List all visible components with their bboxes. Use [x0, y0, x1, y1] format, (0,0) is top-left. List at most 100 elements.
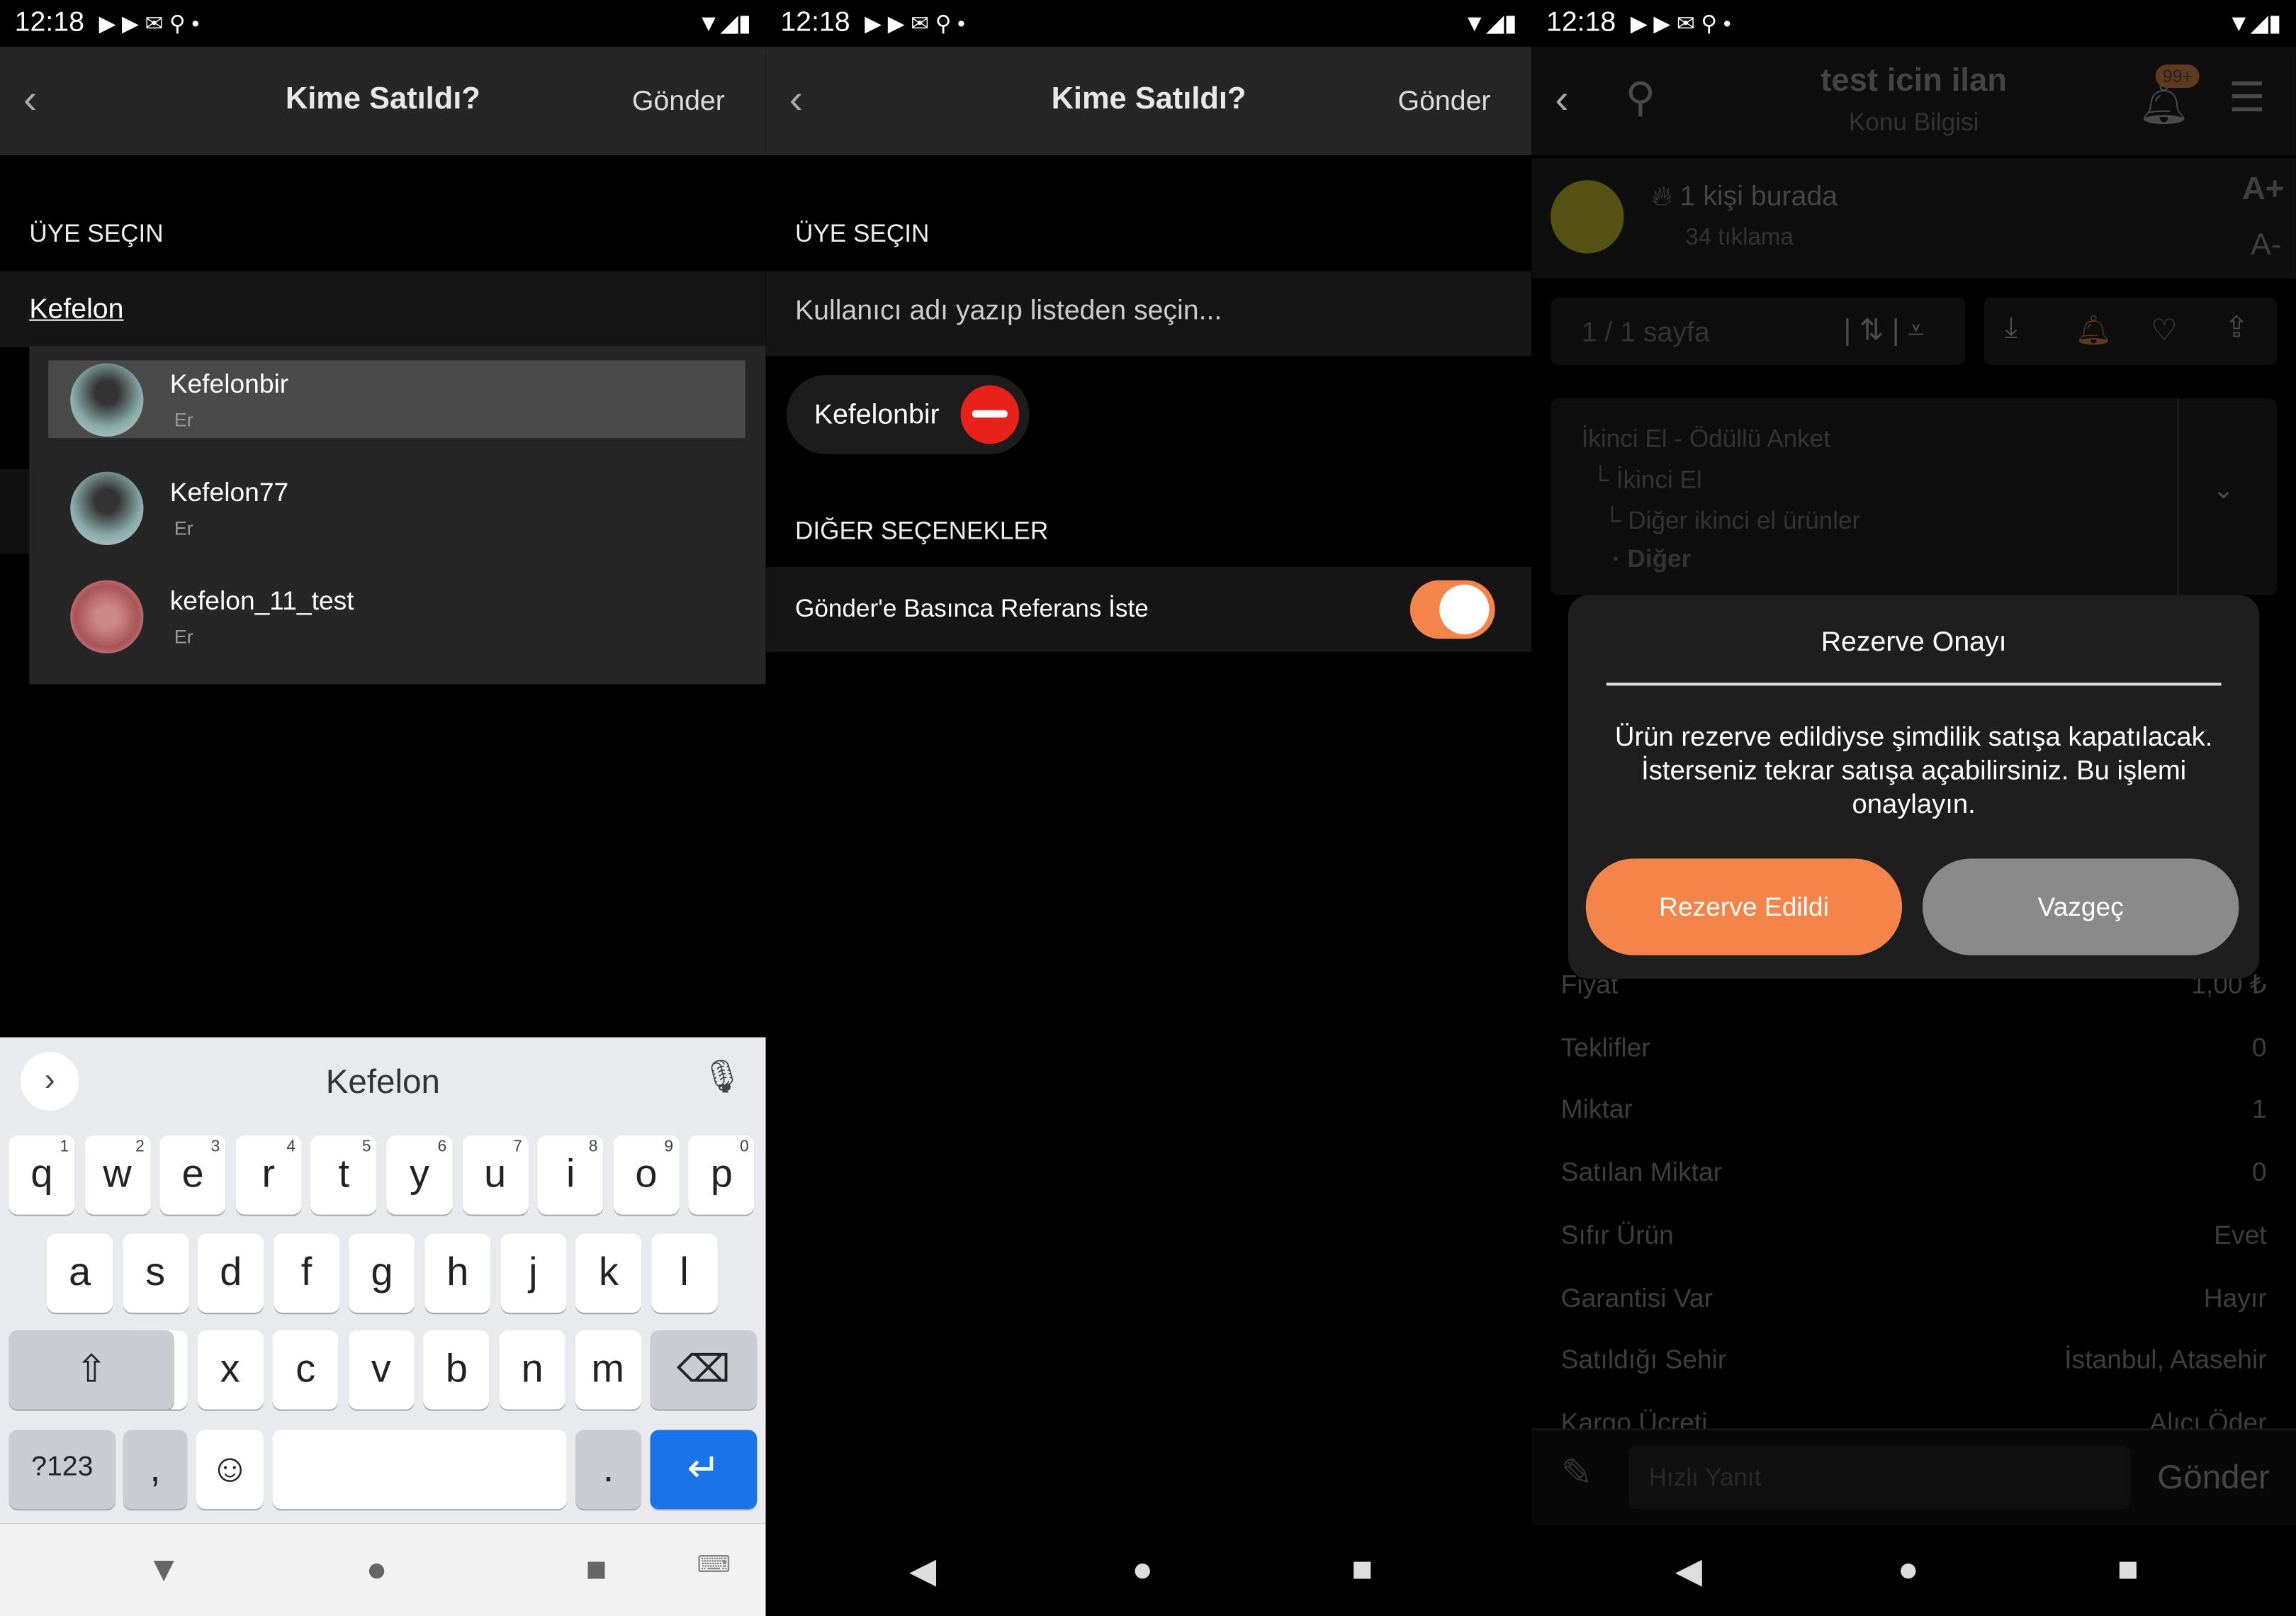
share-icon[interactable]: ⇪ — [2224, 309, 2249, 346]
key-label: g — [371, 1250, 393, 1294]
key-m[interactable]: m — [575, 1330, 641, 1410]
keyboard-switch-icon[interactable]: ⌨ — [697, 1550, 731, 1579]
suggestion-item[interactable]: Kefelon77 Er — [48, 468, 745, 546]
info-key: Satıldığı Sehir — [1560, 1345, 1727, 1375]
key-label: n — [521, 1346, 544, 1391]
back-nav-icon[interactable]: ◀ — [1675, 1550, 1702, 1593]
cancel-button[interactable]: Vazgeç — [1923, 858, 2239, 955]
keyboard-suggestion[interactable]: Kefelon — [0, 1062, 766, 1102]
recents-nav-icon[interactable]: ■ — [1351, 1550, 1373, 1591]
key-e[interactable]: e3 — [159, 1135, 226, 1215]
panel-selected: 12:18 ▶ ▶ ✉ ⚲ • ▼◢▮ ‹ Kime Satıldı? Gönder… — [765, 0, 1532, 1616]
breadcrumb-item[interactable]: Diğer ikinci el ürünler — [1628, 507, 1860, 534]
reply-input[interactable]: Hızlı Yanıt — [1628, 1446, 2131, 1510]
member-input[interactable]: Kefelon — [29, 294, 123, 326]
key-g[interactable]: g — [349, 1233, 415, 1313]
suggestion-list: Kefelonbir Er Kefelon77 Er kefelon_11_test… — [29, 345, 766, 685]
key-c[interactable]: c — [272, 1330, 339, 1410]
key-o[interactable]: o9 — [613, 1135, 680, 1215]
font-increase-button[interactable]: A+ — [2242, 170, 2284, 208]
menu-icon[interactable]: ☰ — [2229, 73, 2266, 121]
stats-row: 🔥︎ 1 kişi burada 34 tıklama A+ A- — [1531, 158, 2296, 279]
space-key[interactable] — [272, 1430, 567, 1510]
comma-key[interactable]: , — [123, 1430, 188, 1510]
key-k[interactable]: k — [575, 1233, 642, 1313]
key-label: f — [300, 1250, 313, 1294]
info-key: Satılan Miktar — [1560, 1157, 1723, 1187]
key-h[interactable]: h — [424, 1233, 491, 1313]
chevron-down-icon[interactable]: ⌄ — [2212, 475, 2234, 505]
nav-bar: ◀ ● ■ — [1531, 1524, 2296, 1616]
breadcrumb-item[interactable]: İkinci El - Ödüllü Anket — [1582, 425, 1830, 454]
key-d[interactable]: d — [198, 1233, 264, 1313]
back-nav-icon[interactable]: ◀ — [909, 1550, 936, 1593]
key-t[interactable]: t5 — [310, 1135, 377, 1215]
suggestion-gender: Er — [174, 408, 193, 431]
period-key[interactable]: . — [575, 1430, 642, 1510]
key-u[interactable]: u7 — [462, 1135, 529, 1215]
reply-placeholder: Hızlı Yanıt — [1648, 1464, 1762, 1492]
key-l[interactable]: l — [651, 1233, 718, 1313]
send-button[interactable]: Gönder — [632, 86, 725, 118]
sort-icon[interactable]: | ⇅ | ⩡ — [1843, 312, 1924, 349]
key-y[interactable]: y6 — [386, 1135, 453, 1215]
key-s[interactable]: s — [122, 1233, 188, 1313]
options-section-title: DIĞER SEÇENEKLER — [795, 517, 1049, 545]
key-label: j — [529, 1250, 538, 1294]
recents-nav-icon[interactable]: ■ — [2117, 1550, 2139, 1591]
key-f[interactable]: f — [273, 1233, 339, 1313]
member-input[interactable]: Kullanıcı adı yazıp listeden seçin... — [795, 296, 1222, 328]
key-a[interactable]: a — [47, 1233, 113, 1313]
home-nav-icon[interactable]: ● — [1132, 1550, 1153, 1591]
download-icon[interactable]: ⤓ — [2005, 312, 2018, 346]
section-title: ÜYE SEÇIN — [795, 220, 930, 248]
remove-icon[interactable] — [960, 385, 1020, 444]
send-button[interactable]: Gönder — [1398, 86, 1491, 118]
key-label: b — [445, 1346, 468, 1391]
home-nav-icon[interactable]: ● — [1898, 1550, 1919, 1591]
suggestion-item[interactable]: Kefelonbir Er — [48, 360, 745, 439]
referans-toggle[interactable] — [1409, 580, 1495, 639]
shift-key[interactable]: ⇧ — [9, 1330, 174, 1410]
key-j[interactable]: j — [500, 1233, 566, 1313]
breadcrumb-item[interactable]: Diğer — [1627, 545, 1691, 573]
key-hint: 8 — [588, 1138, 598, 1156]
emoji-key[interactable]: ☺ — [196, 1430, 264, 1510]
dialog-message: Ürün rezerve edildiyse şimdilik satışa k… — [1614, 721, 2213, 819]
suggestion-item[interactable]: kefelon_11_test Er — [48, 577, 745, 655]
back-nav-icon[interactable]: ▼ — [147, 1550, 181, 1591]
confirm-reserve-button[interactable]: Rezerve Edildi — [1585, 858, 1903, 955]
key-r[interactable]: r4 — [235, 1135, 302, 1215]
font-decrease-button[interactable]: A- — [2251, 228, 2281, 264]
info-value: Hayır — [2203, 1282, 2267, 1313]
nav-bar: ▼ ● ■ ⌨ — [0, 1523, 766, 1616]
backspace-key[interactable]: ⌫ — [650, 1330, 758, 1410]
bell-follow-icon[interactable]: 🔔︎ — [2075, 312, 2112, 349]
heart-icon[interactable]: ♡ — [2151, 312, 2177, 349]
recents-nav-icon[interactable]: ■ — [586, 1550, 607, 1591]
category-breadcrumb: İkinci El - Ödüllü Anket └ İkinci El └ D… — [1551, 398, 2278, 595]
key-hint: 7 — [513, 1138, 522, 1156]
enter-key[interactable]: ↵ — [650, 1430, 758, 1510]
key-b[interactable]: b — [423, 1330, 490, 1410]
microphone-icon[interactable]: 🎙 — [702, 1057, 743, 1096]
breadcrumb-item[interactable]: İkinci El — [1616, 466, 1702, 493]
home-nav-icon[interactable]: ● — [366, 1550, 388, 1591]
key-i[interactable]: i8 — [537, 1135, 604, 1215]
edit-icon[interactable]: ✎ — [1561, 1450, 1593, 1496]
info-value: 0 — [2251, 1032, 2267, 1062]
key-x[interactable]: x — [197, 1330, 264, 1410]
page-indicator[interactable]: 1 / 1 sayfa — [1582, 318, 1710, 350]
symbols-key[interactable]: ?123 — [9, 1430, 116, 1510]
key-w[interactable]: w2 — [84, 1135, 150, 1215]
key-q[interactable]: q1 — [9, 1135, 75, 1215]
key-hint: 9 — [664, 1138, 674, 1156]
key-v[interactable]: v — [348, 1330, 415, 1410]
reply-send-button[interactable]: Gönder — [2157, 1458, 2270, 1498]
key-hint: 6 — [437, 1138, 447, 1156]
key-label: y — [410, 1151, 429, 1196]
key-n[interactable]: n — [499, 1330, 565, 1410]
info-row: Garantisi Var Hayır — [1561, 1283, 2267, 1313]
suggestion-gender: Er — [174, 625, 193, 648]
key-p[interactable]: p0 — [688, 1135, 755, 1215]
